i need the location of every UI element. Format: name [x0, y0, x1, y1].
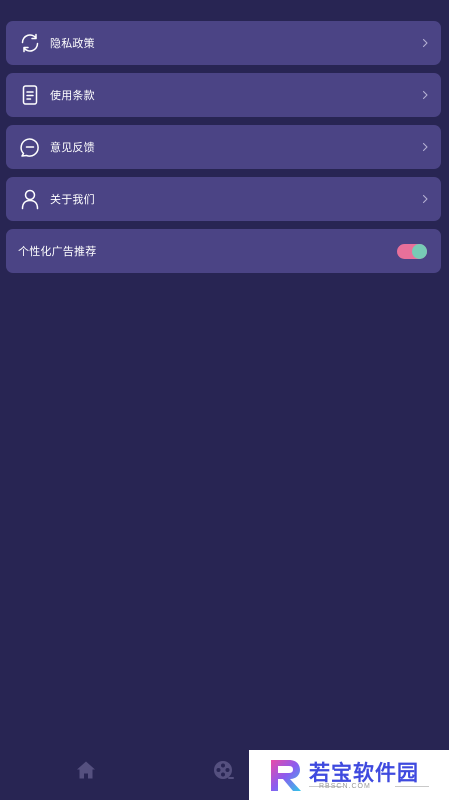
- tab-home[interactable]: [75, 759, 97, 781]
- home-icon: [77, 761, 95, 779]
- toggle-knob: [412, 243, 427, 259]
- chevron-right-icon: [422, 194, 428, 204]
- menu-item-label: 关于我们: [50, 193, 95, 206]
- personalized-ads-label: 个性化广告推荐: [18, 245, 97, 258]
- settings-screen: 隐私政策 使用条款 意见反馈 关于我们 个性化广告推荐 若宝软件园 RBSCN.…: [0, 0, 449, 800]
- menu-item-label: 隐私政策: [50, 37, 95, 50]
- watermark-divider-right: [395, 786, 429, 787]
- personalized-ads-toggle[interactable]: [397, 243, 427, 259]
- person-icon: [19, 188, 41, 210]
- menu-item-label: 意见反馈: [50, 141, 95, 154]
- menu-item-label: 使用条款: [50, 89, 95, 102]
- document-icon: [19, 84, 41, 106]
- chevron-right-icon: [422, 142, 428, 152]
- tab-video[interactable]: [212, 759, 234, 781]
- settings-menu: 隐私政策 使用条款 意见反馈 关于我们 个性化广告推荐: [6, 21, 441, 281]
- menu-item-feedback[interactable]: 意见反馈: [6, 125, 441, 169]
- feedback-chat-icon: [19, 136, 41, 158]
- menu-item-terms-of-use[interactable]: 使用条款: [6, 73, 441, 117]
- menu-item-about-us[interactable]: 关于我们: [6, 177, 441, 221]
- chevron-right-icon: [422, 90, 428, 100]
- rbscn-logo-icon: [267, 756, 305, 794]
- watermark-subtitle: RBSCN.COM: [319, 783, 371, 790]
- sync-icon: [19, 32, 41, 54]
- menu-item-privacy-policy[interactable]: 隐私政策: [6, 21, 441, 65]
- chevron-right-icon: [422, 38, 428, 48]
- film-reel-icon: [214, 761, 234, 779]
- menu-item-personalized-ads: 个性化广告推荐: [6, 229, 441, 273]
- watermark-banner: 若宝软件园 RBSCN.COM: [249, 750, 449, 800]
